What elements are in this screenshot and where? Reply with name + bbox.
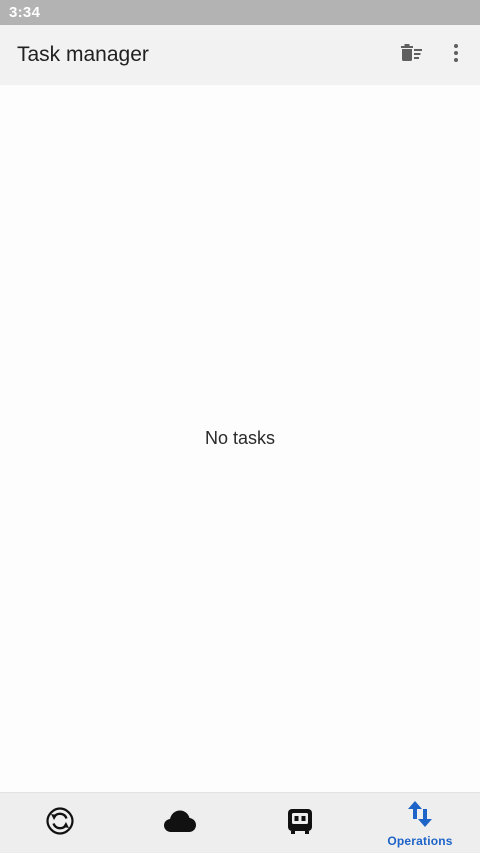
clear-tasks-icon (400, 41, 424, 70)
page-title: Task manager (17, 43, 149, 66)
status-time: 3:34 (9, 4, 41, 21)
nav-item-operations[interactable]: Operations (360, 793, 480, 854)
task-list-area: No tasks (0, 85, 480, 792)
nav-item-cloud[interactable] (120, 793, 240, 854)
nav-label-operations: Operations (387, 834, 453, 848)
clear-tasks-button[interactable] (392, 35, 432, 75)
bottom-navigation: Operations (0, 792, 480, 853)
nav-item-sync[interactable] (0, 793, 120, 854)
operations-icon (405, 799, 435, 834)
nav-item-vault[interactable] (240, 793, 360, 854)
sync-icon (46, 807, 74, 840)
vault-icon (286, 807, 314, 840)
more-vert-icon (444, 41, 468, 70)
app-bar: Task manager (0, 25, 480, 85)
cloud-icon (163, 808, 197, 839)
status-bar: 3:34 (0, 0, 480, 25)
more-options-button[interactable] (436, 35, 476, 75)
empty-state-message: No tasks (204, 428, 276, 448)
